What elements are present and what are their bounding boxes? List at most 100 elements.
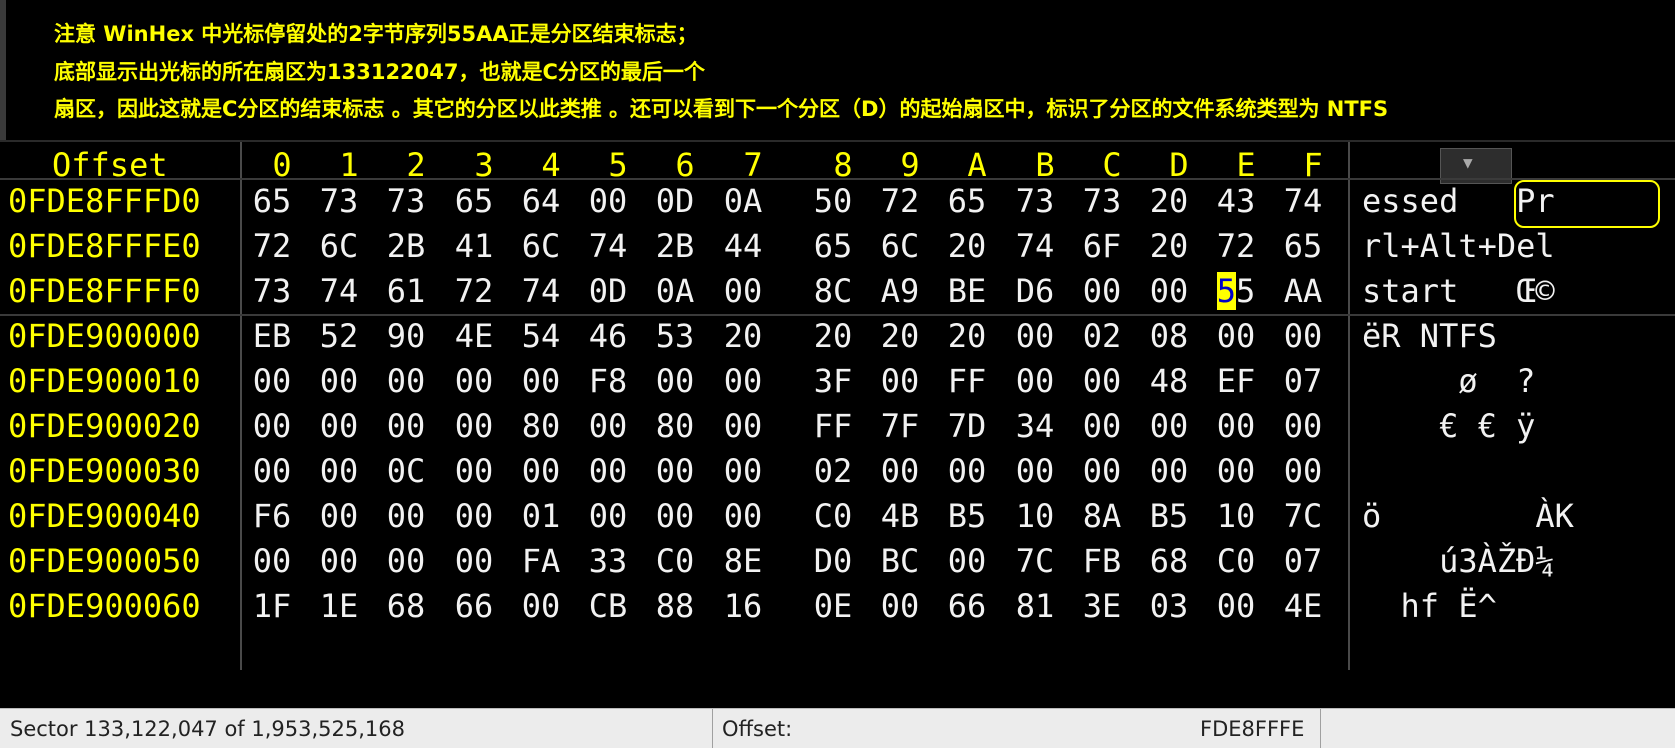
hex-byte[interactable]: 00 xyxy=(1208,407,1264,445)
hex-byte[interactable]: 00 xyxy=(378,362,434,400)
hex-byte[interactable]: 00 xyxy=(446,407,502,445)
ascii-text[interactable]: ëR NTFS xyxy=(1362,317,1497,355)
hex-byte[interactable]: 00 xyxy=(446,362,502,400)
hex-byte[interactable]: 00 xyxy=(244,407,300,445)
ascii-text[interactable]: start Œ© xyxy=(1362,272,1555,310)
hex-byte[interactable]: 33 xyxy=(580,542,636,580)
hex-editor-view[interactable]: Offset 0123456789ABCDEF ▼ 0FDE8FFFD0 65 73… xyxy=(0,140,1675,710)
hex-row[interactable]: 0FDE8FFFF0 73 74 61 72 74 0D 0A 00 8C A9 BE D6 00 00 55… xyxy=(0,272,1675,318)
hex-row[interactable]: 0FDE900020 00 00 00 00 80 00 80 00 FF 7F 7D 34 00 00 00… xyxy=(0,407,1675,453)
hex-byte[interactable]: 48 xyxy=(1141,362,1197,400)
hex-byte[interactable]: 53 xyxy=(647,317,703,355)
hex-byte[interactable]: 00 xyxy=(1275,407,1331,445)
hex-byte[interactable]: 73 xyxy=(311,182,367,220)
hex-byte[interactable]: 20 xyxy=(1141,182,1197,220)
hex-byte[interactable]: 03 xyxy=(1141,587,1197,625)
hex-byte[interactable]: 00 xyxy=(1208,452,1264,490)
hex-byte[interactable]: 43 xyxy=(1208,182,1264,220)
hex-byte[interactable]: 00 xyxy=(244,452,300,490)
hex-byte[interactable]: FB xyxy=(1074,542,1130,580)
ascii-text[interactable]: hf Ë^ xyxy=(1362,587,1497,625)
hex-byte[interactable]: 08 xyxy=(1141,317,1197,355)
hex-byte[interactable]: 68 xyxy=(378,587,434,625)
hex-row[interactable]: 0FDE900040 F6 00 00 00 01 00 00 00 C0 4B B5 10 8A B5 10… xyxy=(0,497,1675,543)
hex-byte[interactable]: 00 xyxy=(311,542,367,580)
hex-byte[interactable]: 44 xyxy=(715,227,771,265)
hex-byte[interactable]: 00 xyxy=(647,362,703,400)
hex-row[interactable]: 0FDE900000 EB 52 90 4E 54 46 53 20 20 20 20 00 02 08 00… xyxy=(0,317,1675,363)
hex-byte[interactable]: EB xyxy=(244,317,300,355)
cursor-nibble[interactable]: 5 xyxy=(1216,272,1236,310)
hex-byte[interactable]: 00 xyxy=(1007,317,1063,355)
hex-byte[interactable]: 65 xyxy=(244,182,300,220)
hex-byte[interactable]: 00 xyxy=(580,182,636,220)
hex-byte[interactable]: 00 xyxy=(647,452,703,490)
hex-byte[interactable]: 7F xyxy=(872,407,928,445)
hex-byte[interactable]: 2B xyxy=(378,227,434,265)
hex-byte[interactable]: 0A xyxy=(647,272,703,310)
hex-byte[interactable]: A9 xyxy=(872,272,928,310)
hex-byte[interactable]: C0 xyxy=(647,542,703,580)
hex-byte[interactable]: 00 xyxy=(311,452,367,490)
hex-byte[interactable]: 72 xyxy=(244,227,300,265)
ascii-text[interactable]: ø ? xyxy=(1362,362,1535,400)
hex-byte[interactable]: 65 xyxy=(446,182,502,220)
hex-byte[interactable]: 7D xyxy=(939,407,995,445)
hex-byte[interactable]: 41 xyxy=(446,227,502,265)
hex-byte[interactable]: 00 xyxy=(244,542,300,580)
hex-byte[interactable]: 10 xyxy=(1007,497,1063,535)
hex-byte[interactable]: 74 xyxy=(580,227,636,265)
hex-byte[interactable]: 3F xyxy=(805,362,861,400)
hex-byte[interactable]: 4E xyxy=(1275,587,1331,625)
hex-byte[interactable]: 20 xyxy=(715,317,771,355)
hex-byte[interactable]: 65 xyxy=(805,227,861,265)
hex-byte[interactable]: FA xyxy=(513,542,569,580)
hex-byte[interactable]: 00 xyxy=(378,497,434,535)
hex-byte[interactable]: FF xyxy=(805,407,861,445)
hex-row[interactable]: 0FDE900030 00 00 0C 00 00 00 00 00 02 00 00 00 00 00 00… xyxy=(0,452,1675,498)
hex-byte[interactable]: 54 xyxy=(513,317,569,355)
hex-byte[interactable]: 80 xyxy=(513,407,569,445)
hex-row[interactable]: 0FDE900010 00 00 00 00 00 F8 00 00 3F 00 FF 00 00 48 EF… xyxy=(0,362,1675,408)
hex-byte[interactable]: 6F xyxy=(1074,227,1130,265)
hex-byte[interactable]: 8A xyxy=(1074,497,1130,535)
hex-byte[interactable]: 34 xyxy=(1007,407,1063,445)
hex-byte[interactable]: 00 xyxy=(715,497,771,535)
hex-byte[interactable]: 65 xyxy=(939,182,995,220)
hex-byte[interactable]: 00 xyxy=(446,497,502,535)
hex-byte[interactable]: 20 xyxy=(939,227,995,265)
hex-byte[interactable]: 00 xyxy=(446,542,502,580)
hex-row[interactable]: 0FDE900050 00 00 00 00 FA 33 C0 8E D0 BC 00 7C FB 68 C0… xyxy=(0,542,1675,588)
hex-byte[interactable]: 1F xyxy=(244,587,300,625)
hex-byte[interactable]: 1E xyxy=(311,587,367,625)
hex-byte[interactable]: EF xyxy=(1208,362,1264,400)
hex-byte[interactable]: 00 xyxy=(513,587,569,625)
hex-byte[interactable]: 00 xyxy=(1208,587,1264,625)
hex-byte[interactable]: 00 xyxy=(580,407,636,445)
hex-byte[interactable]: 02 xyxy=(1074,317,1130,355)
hex-byte[interactable]: 00 xyxy=(715,407,771,445)
hex-byte[interactable]: 20 xyxy=(1141,227,1197,265)
hex-byte[interactable]: D6 xyxy=(1007,272,1063,310)
hex-byte[interactable]: 6C xyxy=(311,227,367,265)
hex-byte[interactable]: 00 xyxy=(715,362,771,400)
hex-byte[interactable]: 00 xyxy=(1007,452,1063,490)
hex-byte[interactable]: 72 xyxy=(446,272,502,310)
hex-byte[interactable]: 07 xyxy=(1275,542,1331,580)
hex-byte[interactable]: 90 xyxy=(378,317,434,355)
hex-byte[interactable]: 4E xyxy=(446,317,502,355)
hex-byte[interactable]: 00 xyxy=(580,452,636,490)
hex-byte[interactable]: 0E xyxy=(805,587,861,625)
hex-byte[interactable]: 00 xyxy=(872,452,928,490)
hex-byte[interactable]: 00 xyxy=(311,407,367,445)
hex-byte-cursor[interactable]: 55 xyxy=(1208,272,1264,310)
hex-row[interactable]: 0FDE8FFFD0 65 73 73 65 64 00 0D 0A 50 72 65 73 73 20 43… xyxy=(0,182,1675,228)
ascii-text[interactable]: € € ÿ xyxy=(1362,407,1535,445)
hex-byte[interactable]: 10 xyxy=(1208,497,1264,535)
hex-byte[interactable]: 00 xyxy=(939,542,995,580)
hex-byte[interactable]: C0 xyxy=(805,497,861,535)
hex-byte[interactable]: 00 xyxy=(647,497,703,535)
hex-byte[interactable]: 00 xyxy=(580,497,636,535)
hex-byte[interactable]: 0C xyxy=(378,452,434,490)
hex-byte[interactable]: F6 xyxy=(244,497,300,535)
